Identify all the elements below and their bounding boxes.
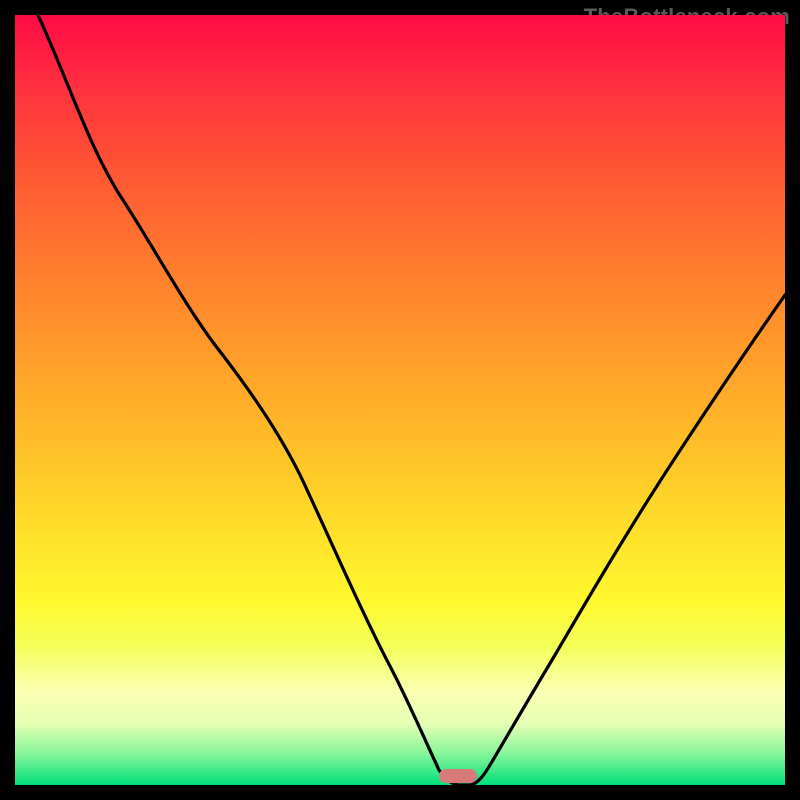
chart-frame: TheBottleneck.com xyxy=(0,0,800,800)
plot-area xyxy=(15,15,785,785)
bottleneck-curve xyxy=(15,15,785,785)
minimum-marker xyxy=(439,769,477,783)
curve-path xyxy=(38,15,785,785)
